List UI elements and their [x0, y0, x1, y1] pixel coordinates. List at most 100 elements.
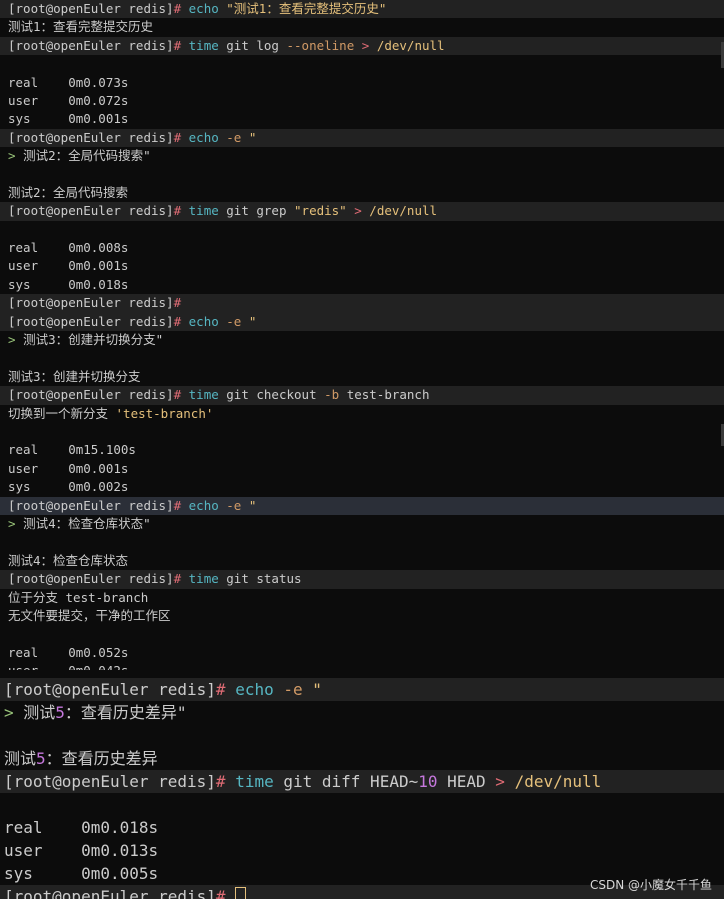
text-token: > [361, 37, 377, 53]
text-token: -e [226, 129, 249, 145]
text-token: # [173, 37, 189, 53]
text-token: 测试3：创建并切换分支" [23, 332, 164, 348]
text-token: 测试2：全局代码搜索 [8, 184, 129, 200]
text-token: git checkout [226, 387, 325, 403]
prompt-line: [root@openEuler redis]# time git log --o… [0, 36, 724, 56]
output-line: real 0m0.008s [0, 239, 724, 257]
text-token: " [312, 680, 322, 699]
output-line: > 测试2：全局代码搜索" [0, 147, 724, 165]
output-line: 无文件要提交，干净的工作区 [0, 607, 724, 625]
text-token: time [235, 772, 284, 791]
text-token: 测试3：创建并切换分支 [8, 368, 141, 384]
text-token: time [188, 387, 227, 403]
prompt-line: [root@openEuler redis]# [0, 294, 724, 313]
output-line: 测试2：全局代码搜索 [0, 184, 724, 202]
text-token: [root@openEuler redis] [8, 497, 174, 513]
text-token: " [248, 497, 257, 513]
terminal-window[interactable]: [root@openEuler redis]# echo "测试1：查看完整提交… [0, 0, 724, 899]
text-token: git diff HEAD~ [283, 772, 419, 791]
text-token: /dev/null [376, 37, 445, 53]
output-line: 测试1：查看完整提交历史 [0, 18, 724, 36]
text-token: " [248, 313, 257, 329]
text-token: ：查看历史差异 [45, 749, 158, 768]
text-token: -e [226, 313, 249, 329]
output-line: 位于分支 test-branch [0, 589, 724, 607]
output-line: real 0m15.100s [0, 441, 724, 459]
text-token: sys 0m0.018s [8, 276, 129, 292]
text-token: # [173, 497, 189, 513]
output-line: real 0m0.018s [0, 816, 724, 839]
output-line: 测试5：查看历史差异 [0, 747, 724, 770]
output-line: 切换到一个新分支 'test-branch' [0, 405, 724, 423]
text-token: [root@openEuler redis] [8, 295, 174, 311]
text-token: real 0m0.018s [4, 818, 159, 837]
text-token: real 0m15.100s [8, 442, 136, 458]
text-token: /dev/null [369, 203, 438, 219]
text-token: -e [283, 680, 313, 699]
output-line: sys 0m0.001s [0, 110, 724, 128]
text-token: user 0m0.001s [8, 460, 129, 476]
text-token: # [173, 295, 182, 311]
text-token: real 0m0.008s [8, 240, 129, 256]
text-token: # [173, 313, 189, 329]
text-token: /dev/null [514, 772, 602, 791]
text-token: # [173, 203, 189, 219]
text-token: test-branch [346, 387, 430, 403]
text-token: [root@openEuler redis] [8, 571, 174, 587]
text-token: # [215, 887, 236, 899]
text-token: real 0m0.052s [8, 644, 129, 660]
text-token: > [4, 703, 24, 722]
output-line: > 测试4：检查仓库状态" [0, 515, 724, 533]
output-line: user 0m0.072s [0, 92, 724, 110]
terminal-output-upper[interactable]: [root@openEuler redis]# echo "测试1：查看完整提交… [0, 0, 724, 676]
terminal-output-lower[interactable]: [root@openEuler redis]# echo -e " > 测试5：查… [0, 678, 724, 899]
text-token: -e [226, 497, 249, 513]
text-token: 测试4：检查仓库状态" [23, 515, 151, 531]
prompt-line: [root@openEuler redis]# echo -e " [0, 678, 724, 701]
text-token: [root@openEuler redis] [4, 680, 216, 699]
prompt-line: [root@openEuler redis]# echo -e " [0, 128, 724, 148]
text-token: [root@openEuler redis] [8, 387, 174, 403]
text-token: > [8, 148, 24, 164]
text-token: sys 0m0.002s [8, 479, 129, 495]
text-token: [root@openEuler redis] [4, 772, 216, 791]
text-token: # [173, 571, 189, 587]
text-token: 测试 [4, 749, 37, 768]
output-line: 测试3：创建并切换分支 [0, 368, 724, 386]
text-token: [root@openEuler redis] [8, 129, 174, 145]
text-token: ：查看历史差异" [64, 703, 187, 722]
prompt-line: [root@openEuler redis]# time git checkou… [0, 386, 724, 405]
text-token: [root@openEuler redis] [8, 1, 174, 16]
text-token: time [188, 37, 227, 53]
prompt-line: [root@openEuler redis]# echo "测试1：查看完整提交… [0, 0, 724, 19]
text-token: echo [235, 680, 284, 699]
text-token: real 0m0.073s [8, 74, 129, 90]
screenshot-cut-divider [0, 670, 724, 676]
output-line: 测试4：检查仓库状态 [0, 552, 724, 570]
text-token: sys 0m0.005s [4, 864, 159, 883]
output-line: real 0m0.073s [0, 74, 724, 92]
text-token: user 0m0.013s [4, 841, 159, 860]
text-token: > [8, 515, 24, 531]
text-token: git status [226, 571, 302, 587]
text-token: --oneline [286, 37, 362, 53]
prompt-line: [root@openEuler redis]# echo -e " [0, 312, 724, 332]
output-line: sys 0m0.018s [0, 276, 724, 294]
text-token: "redis" [294, 203, 355, 219]
text-token: -b [324, 387, 347, 403]
text-token: [root@openEuler redis] [8, 313, 174, 329]
text-token: echo [188, 129, 227, 145]
text-token: 测试2：全局代码搜索" [23, 148, 151, 164]
output-line: > 测试5：查看历史差异" [0, 701, 724, 724]
text-token: [root@openEuler redis] [4, 887, 216, 899]
text-token: echo [188, 313, 227, 329]
cursor-block[interactable] [235, 887, 247, 899]
